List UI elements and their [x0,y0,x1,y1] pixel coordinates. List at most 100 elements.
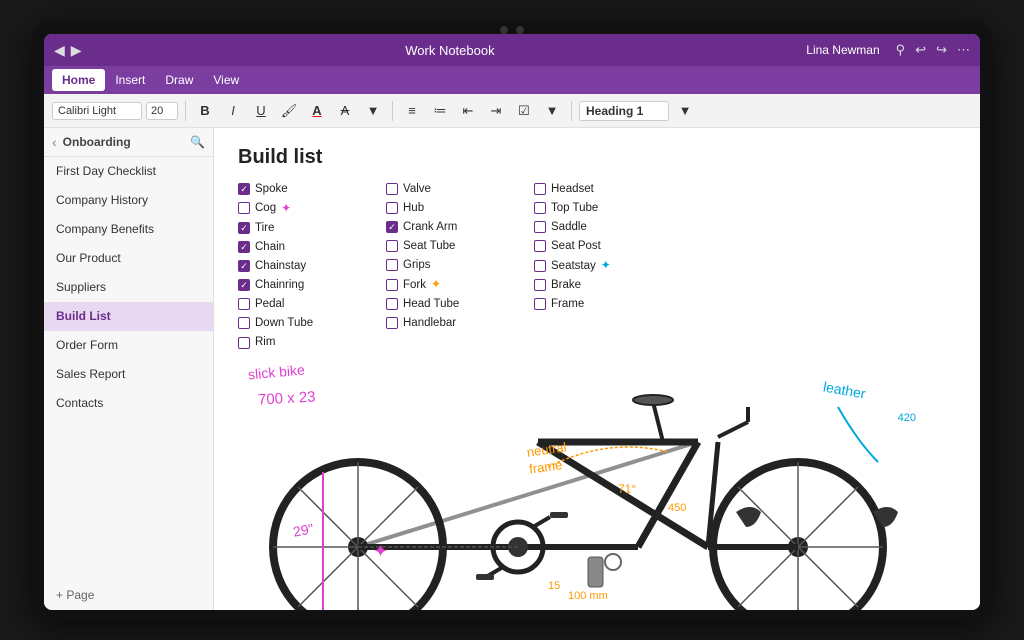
format-dropdown[interactable]: ▼ [361,99,385,123]
titlebar-nav[interactable]: ◀ ▶ [54,42,82,59]
list-item[interactable]: Pedal [238,296,368,312]
font-selector[interactable] [52,102,142,120]
list-item[interactable]: Seat Tube [386,238,516,254]
redo-icon[interactable]: ↪ [936,42,947,58]
list-item[interactable]: ✓ Chainstay [238,258,368,274]
italic-button[interactable]: I [221,99,245,123]
list-item[interactable]: ✓ Chainring [238,277,368,293]
checklist-button[interactable]: ☑ [512,99,536,123]
checkbox-saddle[interactable] [534,221,546,233]
toolbar: B I U 🖌 A A ▼ ≡ ≔ ⇤ ⇥ ☑ ▼ Heading 1 ▼ [44,94,980,128]
list-item[interactable]: Saddle [534,219,664,235]
sidebar-search-icon[interactable]: 🔍 [190,135,205,149]
strikethrough-button[interactable]: A [333,99,357,123]
checkbox-crankarm[interactable]: ✓ [386,221,398,233]
list-item[interactable]: ✓ Chain [238,239,368,255]
checkbox-seatpost[interactable] [534,240,546,252]
toolbar-separator-2 [392,101,393,121]
list-dropdown[interactable]: ▼ [540,99,564,123]
back-button[interactable]: ◀ [54,42,65,59]
list-item[interactable]: Brake [534,277,664,293]
checkbox-frame[interactable] [534,298,546,310]
list-item[interactable]: Frame [534,296,664,312]
style-dropdown[interactable]: ▼ [673,99,697,123]
underline-button[interactable]: U [249,99,273,123]
screen: ◀ ▶ Work Notebook Lina Newman ⚲ ↩ ↪ ⋯ Ho… [44,34,980,610]
checkbox-chainstay[interactable]: ✓ [238,260,250,272]
decrease-indent-button[interactable]: ⇤ [456,99,480,123]
list-item[interactable]: ✓ Tire [238,220,368,236]
checkbox-handlebar[interactable] [386,317,398,329]
checkbox-hub[interactable] [386,202,398,214]
titlebar-user: Lina Newman [806,43,879,57]
checkbox-headtube[interactable] [386,298,398,310]
style-selector[interactable]: Heading 1 [579,101,669,121]
item-label-headtube: Head Tube [403,296,459,312]
forward-button[interactable]: ▶ [71,42,82,59]
list-item[interactable]: Seat Post [534,238,664,254]
sidebar-item-build-list[interactable]: Build List [44,302,213,331]
sidebar-item-suppliers[interactable]: Suppliers [44,273,213,302]
star-icon-pink: ✦ [281,200,291,217]
list-item[interactable]: Fork ✦ [386,276,516,293]
list-item[interactable]: Headset [534,181,664,197]
undo-icon[interactable]: ↩ [915,42,926,58]
item-label-rim: Rim [255,334,275,350]
list-item[interactable]: Handlebar [386,315,516,331]
checkbox-tire[interactable]: ✓ [238,222,250,234]
font-color-button[interactable]: A [305,99,329,123]
checkbox-rim[interactable] [238,337,250,349]
menu-tab-view[interactable]: View [203,69,249,91]
more-icon[interactable]: ⋯ [957,42,970,58]
sidebar-item-company-history[interactable]: Company History [44,186,213,215]
list-item[interactable]: ✓ Spoke [238,181,368,197]
menu-tab-draw[interactable]: Draw [155,69,203,91]
list-item[interactable]: Rim [238,334,368,350]
font-size[interactable] [146,102,178,120]
increase-indent-button[interactable]: ⇥ [484,99,508,123]
sidebar-item-first-day-checklist[interactable]: First Day Checklist [44,157,213,186]
menu-tab-insert[interactable]: Insert [105,69,155,91]
checkbox-headset[interactable] [534,183,546,195]
highlight-button[interactable]: 🖌 [277,99,301,123]
list-item[interactable]: Down Tube [238,315,368,331]
sidebar-item-our-product[interactable]: Our Product [44,244,213,273]
checkbox-pedal[interactable] [238,298,250,310]
checkbox-seattube[interactable] [386,240,398,252]
add-page-button[interactable]: + Page [44,580,213,610]
list-item[interactable]: Seatstay ✦ [534,257,664,274]
sidebar-item-sales-report[interactable]: Sales Report [44,360,213,389]
checkbox-seatstay[interactable] [534,260,546,272]
sidebar-back-icon[interactable]: ‹ [52,134,57,150]
search-icon[interactable]: ⚲ [896,42,906,58]
sidebar-item-contacts[interactable]: Contacts [44,389,213,418]
list-item[interactable]: Cog ✦ [238,200,368,217]
checkbox-downtube[interactable] [238,317,250,329]
checkbox-fork[interactable] [386,279,398,291]
checkbox-spoke[interactable]: ✓ [238,183,250,195]
list-item[interactable]: Grips [386,257,516,273]
bullet-list-button[interactable]: ≡ [400,99,424,123]
list-item[interactable]: Valve [386,181,516,197]
list-item[interactable]: ✓ Crank Arm [386,219,516,235]
star-icon-blue: ✦ [601,257,611,274]
list-item[interactable]: Head Tube [386,296,516,312]
list-item[interactable]: Top Tube [534,200,664,216]
checkbox-chain[interactable]: ✓ [238,241,250,253]
sidebar-item-company-benefits[interactable]: Company Benefits [44,215,213,244]
item-label-tire: Tire [255,220,274,236]
checkbox-grips[interactable] [386,259,398,271]
checkbox-brake[interactable] [534,279,546,291]
bike-svg [238,362,918,610]
checkbox-toptube[interactable] [534,202,546,214]
bold-button[interactable]: B [193,99,217,123]
toolbar-separator-1 [185,101,186,121]
numbered-list-button[interactable]: ≔ [428,99,452,123]
sidebar-item-order-form[interactable]: Order Form [44,331,213,360]
checkbox-chainring[interactable]: ✓ [238,279,250,291]
checkbox-cog[interactable] [238,202,250,214]
checkbox-valve[interactable] [386,183,398,195]
list-item[interactable]: Hub [386,200,516,216]
menu-tab-home[interactable]: Home [52,69,105,91]
page-content: Build list ✓ Spoke Cog ✦ [214,128,980,610]
